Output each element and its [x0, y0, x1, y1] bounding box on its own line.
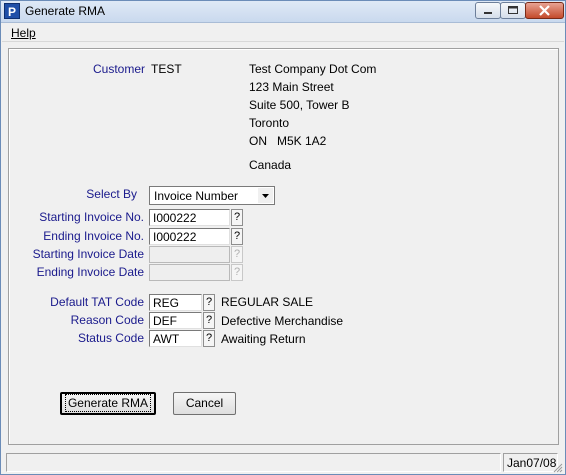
starting-invoice-no-input[interactable]: I000222	[149, 209, 230, 226]
customer-postal: M5K 1A2	[277, 134, 327, 148]
window-title: Generate RMA	[25, 4, 106, 18]
status-code-label: Status Code	[77, 331, 144, 345]
status-code-lookup-button[interactable]: ?	[203, 330, 215, 347]
ending-invoice-date-label: Ending Invoice Date	[36, 265, 144, 279]
status-date-pane: Jan07/08	[503, 453, 558, 472]
generate-rma-window: P Generate RMA Help Customer TEST Test C…	[0, 0, 566, 475]
starting-invoice-date-label: Starting Invoice Date	[32, 247, 144, 261]
ending-invoice-date-lookup-button[interactable]: ?	[231, 264, 243, 281]
cancel-button-label: Cancel	[185, 396, 224, 410]
ending-invoice-no-input[interactable]: I000222	[149, 228, 230, 245]
maximize-icon	[508, 6, 518, 14]
menu-help[interactable]: Help	[11, 26, 36, 40]
default-tat-code-description: REGULAR SALE	[221, 295, 314, 309]
select-by-dropdown[interactable]: Invoice Number	[149, 186, 275, 205]
minimize-button[interactable]	[475, 2, 501, 19]
chevron-down-icon	[258, 188, 273, 203]
customer-address2: Suite 500, Tower B	[249, 98, 350, 112]
customer-label: Customer	[92, 62, 145, 76]
customer-code: TEST	[151, 62, 182, 76]
starting-invoice-date-input[interactable]	[149, 246, 230, 263]
resize-grip-icon[interactable]	[553, 463, 563, 473]
maximize-button[interactable]	[500, 2, 526, 19]
status-bar: Jan07/08	[2, 450, 564, 474]
reason-code-lookup-button[interactable]: ?	[203, 312, 215, 329]
status-date: Jan07/08	[507, 456, 557, 470]
default-tat-code-input[interactable]: REG	[149, 294, 202, 311]
reason-code-label: Reason Code	[70, 313, 144, 327]
reason-code-description: Defective Merchandise	[221, 314, 344, 328]
default-tat-code-label: Default TAT Code	[50, 295, 144, 309]
starting-invoice-no-label: Starting Invoice No.	[39, 210, 144, 224]
app-icon: P	[4, 3, 20, 19]
select-by-label: Select By	[86, 187, 137, 201]
customer-country: Canada	[249, 158, 292, 172]
reason-code-input[interactable]: DEF	[149, 312, 202, 329]
starting-invoice-no-lookup-button[interactable]: ?	[231, 209, 243, 226]
generate-rma-button-label: Generate RMA	[64, 394, 152, 412]
status-message-pane	[6, 453, 501, 472]
customer-name: Test Company Dot Com	[249, 62, 377, 76]
starting-invoice-date-lookup-button[interactable]: ?	[231, 246, 243, 263]
status-code-input[interactable]: AWT	[149, 330, 202, 347]
ending-invoice-no-lookup-button[interactable]: ?	[231, 228, 243, 245]
status-code-description: Awaiting Return	[221, 332, 306, 346]
customer-address1: 123 Main Street	[249, 80, 334, 94]
title-bar: P Generate RMA	[1, 1, 565, 23]
select-by-value: Invoice Number	[154, 189, 239, 203]
close-icon	[539, 5, 550, 16]
customer-city: Toronto	[249, 116, 290, 130]
menu-bar: Help	[2, 23, 564, 42]
ending-invoice-date-input[interactable]	[149, 264, 230, 281]
help-label: Help	[11, 26, 36, 40]
close-button[interactable]	[525, 2, 564, 19]
ending-invoice-no-label: Ending Invoice No.	[43, 229, 144, 243]
customer-province: ON	[249, 134, 267, 148]
default-tat-code-lookup-button[interactable]: ?	[203, 294, 215, 311]
generate-rma-button[interactable]: Generate RMA	[60, 392, 156, 415]
minimize-icon	[484, 12, 492, 14]
cancel-button[interactable]: Cancel	[173, 392, 236, 415]
